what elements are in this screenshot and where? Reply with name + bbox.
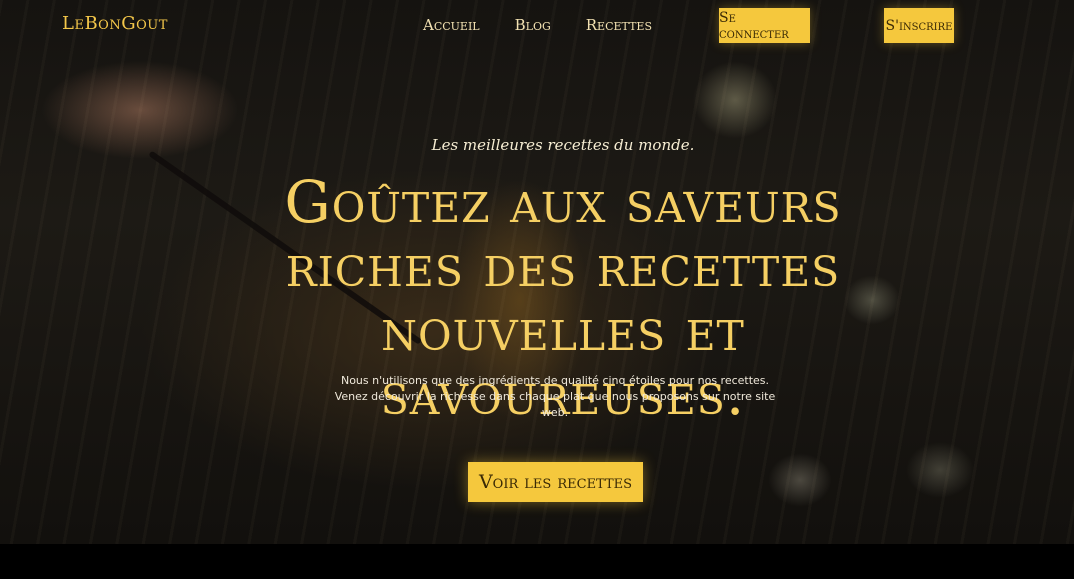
nav-item-blog[interactable]: Blog	[515, 16, 551, 34]
nav-item-accueil[interactable]: Accueil	[423, 16, 480, 34]
page-bottom-band	[0, 544, 1074, 579]
main-nav: Accueil Blog Recettes	[423, 16, 652, 34]
login-button[interactable]: Se connecter	[719, 8, 810, 43]
hero-tagline: Les meilleures recettes du monde.	[431, 136, 695, 154]
nav-item-recettes[interactable]: Recettes	[586, 16, 652, 34]
signup-button[interactable]: S'inscrire	[884, 8, 954, 43]
hero-subtitle: Nous n'utilisons que des ingrédients de …	[334, 374, 776, 419]
brand-logo[interactable]: LeBonGout	[62, 13, 168, 34]
view-recipes-button[interactable]: Voir les recettes	[468, 462, 643, 502]
hero-section: LeBonGout Accueil Blog Recettes Se conne…	[0, 0, 1074, 544]
